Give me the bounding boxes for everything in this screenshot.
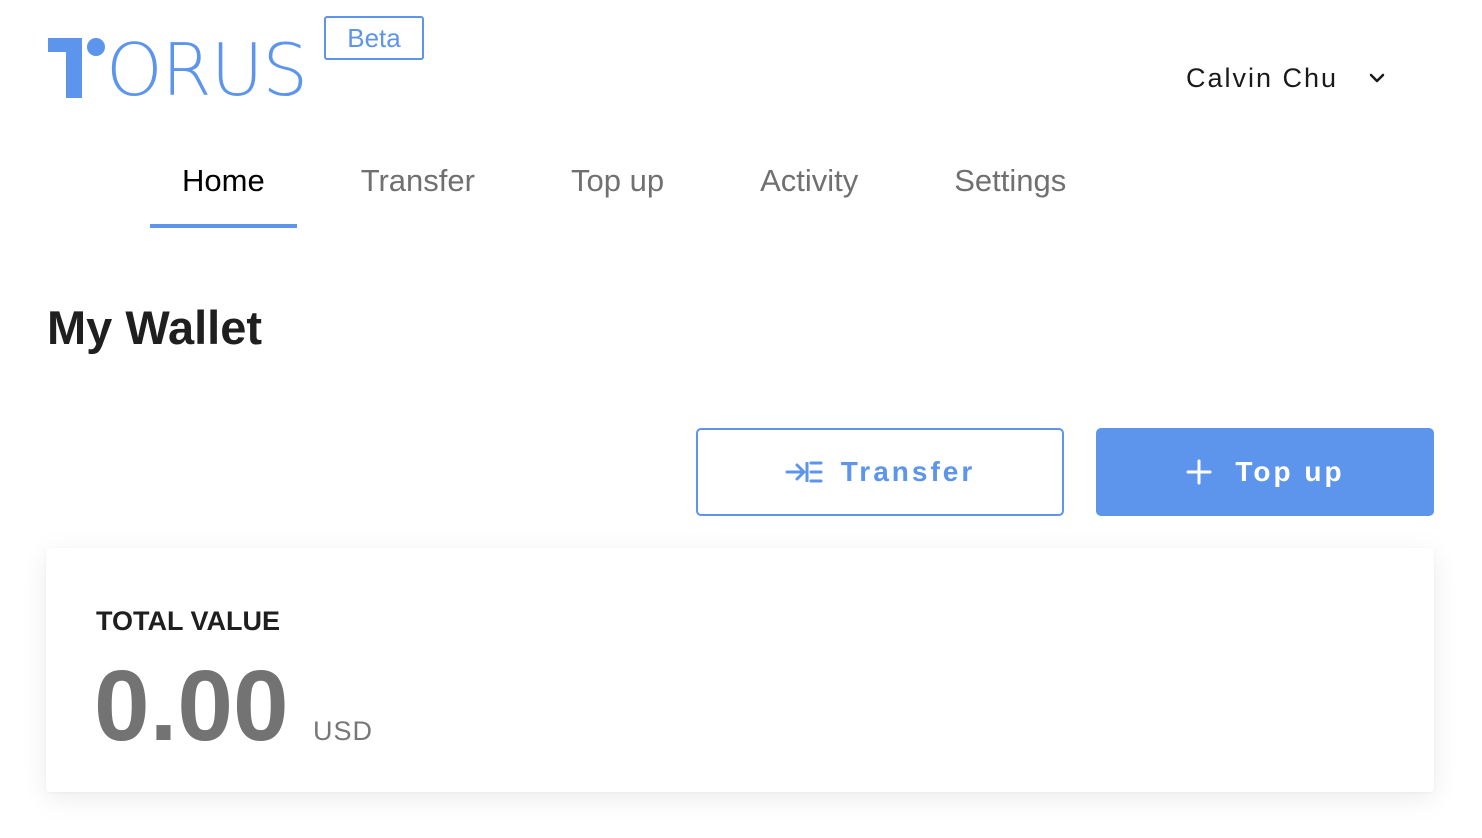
- tab-activity[interactable]: Activity: [728, 150, 890, 228]
- top-up-button-label: Top up: [1235, 456, 1345, 487]
- total-value-amount: 0.00: [94, 650, 289, 762]
- beta-badge: Beta: [324, 16, 424, 60]
- total-value-card: TOTAL VALUE 0.00 USD: [46, 548, 1434, 792]
- plus-icon: [1186, 459, 1212, 485]
- transfer-button-label: Transfer: [840, 456, 976, 487]
- user-name: Calvin Chu: [1186, 62, 1339, 93]
- logo-wordmark: ORUS: [106, 28, 308, 112]
- torus-logo-icon: [48, 38, 105, 98]
- page-title: My Wallet: [47, 301, 263, 354]
- user-menu[interactable]: Calvin Chu: [1186, 58, 1386, 98]
- total-value-currency: USD: [313, 716, 374, 746]
- transfer-button[interactable]: Transfer: [696, 428, 1064, 516]
- chevron-down-icon: [1369, 73, 1385, 83]
- tab-transfer[interactable]: Transfer: [329, 150, 507, 228]
- total-value-label: TOTAL VALUE: [96, 606, 281, 636]
- wallet-page: ORUS Beta Calvin Chu Home Transfer Top u…: [0, 0, 1482, 838]
- tab-home[interactable]: Home: [150, 150, 297, 228]
- tab-settings[interactable]: Settings: [922, 150, 1098, 228]
- top-up-button[interactable]: Top up: [1096, 428, 1434, 516]
- tab-top-up[interactable]: Top up: [539, 150, 696, 228]
- main-nav: Home Transfer Top up Activity Settings: [150, 150, 1130, 228]
- transfer-icon: [785, 461, 823, 483]
